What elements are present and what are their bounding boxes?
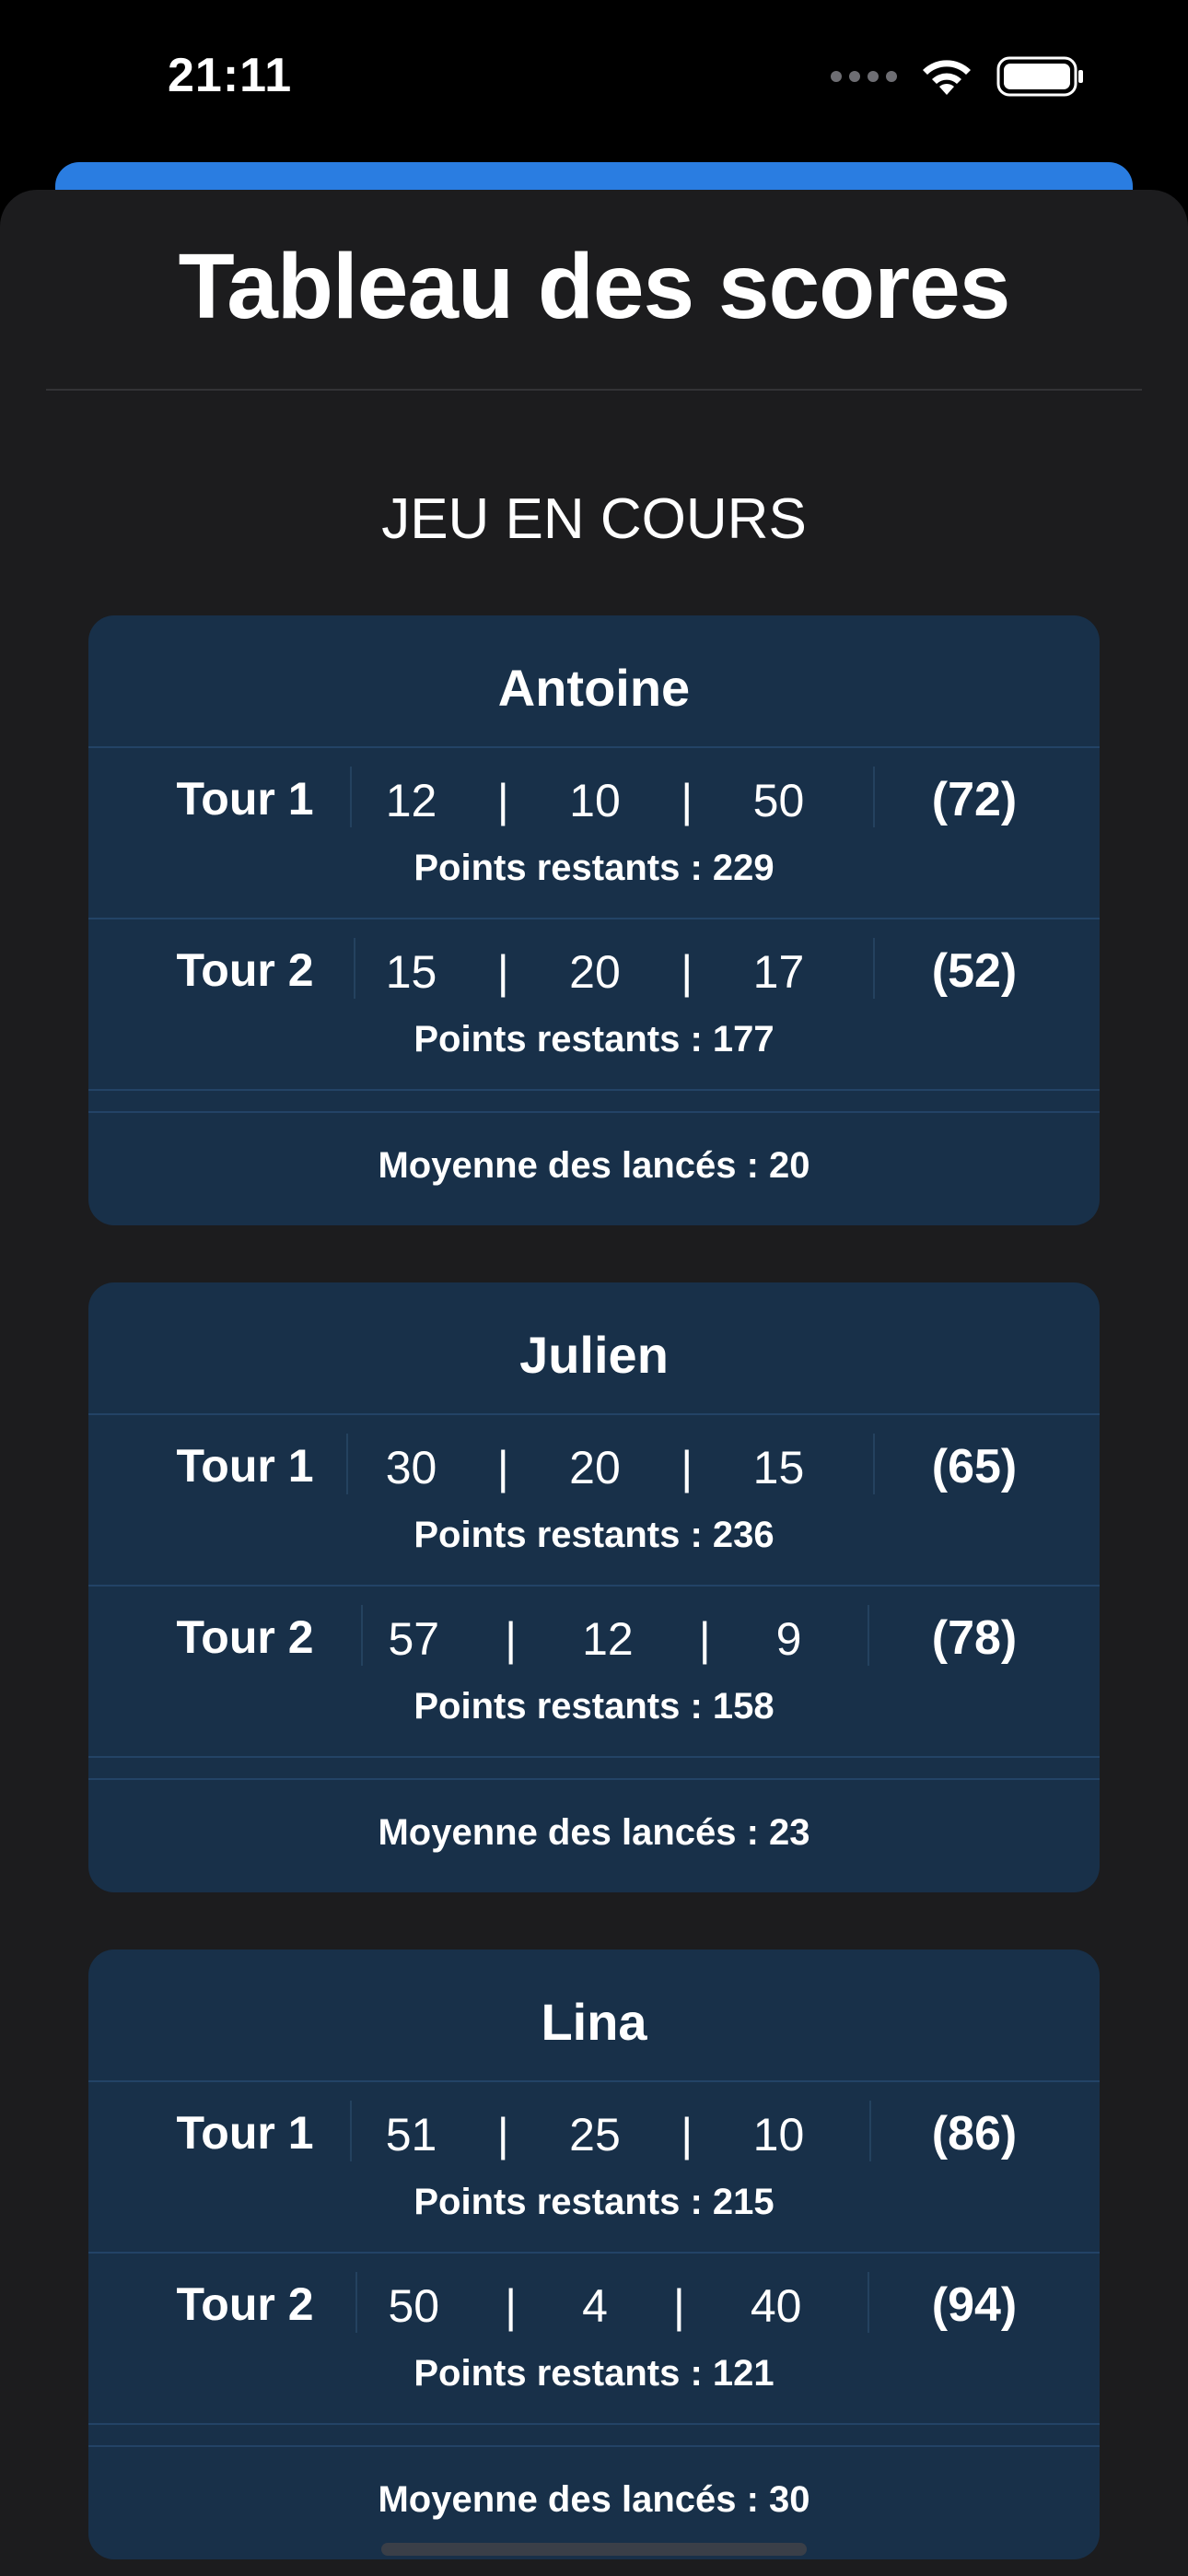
round-row: Tour 1 30 | 20 | 15 (65) Points restants…	[88, 1415, 1100, 1585]
throw-separator: |	[681, 775, 693, 826]
throws-average: Moyenne des lancés : 23	[378, 1812, 810, 1853]
points-remaining: Points restants : 177	[413, 1019, 775, 1060]
throws: 50 | 4 | 40	[355, 2279, 834, 2333]
divider	[350, 2101, 352, 2161]
throw-separator: |	[496, 775, 509, 826]
divider	[873, 938, 875, 999]
title-divider	[46, 389, 1142, 391]
divider	[346, 1434, 348, 1494]
points-remaining: Points restants : 229	[413, 848, 775, 888]
throw-separator: |	[496, 1442, 509, 1493]
status-icons	[831, 55, 1085, 98]
status-time: 21:11	[168, 49, 293, 102]
battery-icon	[996, 56, 1083, 97]
player-card: Lina Tour 1 51 | 25 | 10 (86) Points res…	[88, 1950, 1100, 2559]
divider	[873, 767, 875, 827]
player-name: Lina	[541, 1993, 647, 2051]
throw-score: 12	[582, 1613, 634, 1665]
points-remaining: Points restants : 121	[413, 2353, 775, 2394]
throw-separator: |	[496, 2109, 509, 2160]
round-row: Tour 1 12 | 10 | 50 (72) Points restants…	[88, 748, 1100, 918]
throw-separator: |	[505, 2280, 518, 2332]
throw-score: 20	[569, 1442, 621, 1493]
round-label: Tour 2	[176, 2278, 314, 2330]
divider	[88, 1778, 1100, 1780]
throw-separator: |	[681, 946, 693, 998]
round-total: (86)	[931, 2107, 1018, 2160]
throws: 15 | 20 | 17	[355, 945, 834, 999]
throw-separator: |	[496, 946, 509, 998]
throws: 57 | 12 | 9	[355, 1612, 834, 1666]
throws: 12 | 10 | 50	[355, 774, 834, 827]
throws: 30 | 20 | 15	[355, 1441, 834, 1494]
throw-score: 12	[385, 775, 437, 826]
player-card: Antoine Tour 1 12 | 10 | 50 (72) Points …	[88, 615, 1100, 1225]
home-indicator[interactable]	[381, 2543, 807, 2556]
points-remaining: Points restants : 236	[413, 1515, 775, 1555]
round-label: Tour 1	[176, 773, 314, 825]
wifi-icon	[923, 60, 971, 95]
throw-score: 15	[385, 946, 437, 998]
throw-score: 15	[752, 1442, 805, 1493]
section-header: JEU EN COURS	[381, 487, 807, 551]
round-row: Tour 1 51 | 25 | 10 (86) Points restants…	[88, 2082, 1100, 2252]
round-label: Tour 1	[176, 2107, 314, 2159]
throw-score: 51	[385, 2109, 437, 2160]
divider	[868, 1605, 869, 1666]
round-total: (52)	[931, 944, 1018, 998]
divider	[88, 2445, 1100, 2447]
round-row: Tour 2 50 | 4 | 40 (94) Points restants …	[88, 2254, 1100, 2423]
throw-score: 50	[388, 2280, 440, 2332]
round-row: Tour 2 57 | 12 | 9 (78) Points restants …	[88, 1587, 1100, 1756]
throw-score: 10	[569, 775, 621, 826]
round-label: Tour 1	[176, 1440, 314, 1492]
throws: 51 | 25 | 10	[355, 2108, 834, 2161]
throw-separator: |	[681, 1442, 693, 1493]
throws-average: Moyenne des lancés : 30	[378, 2479, 810, 2520]
throw-separator: |	[672, 2280, 685, 2332]
throw-score: 9	[775, 1613, 802, 1665]
player-name: Antoine	[497, 659, 691, 717]
divider	[873, 1434, 875, 1494]
round-row: Tour 2 15 | 20 | 17 (52) Points restants…	[88, 919, 1100, 1089]
throw-separator: |	[698, 1613, 711, 1665]
throw-score: 4	[582, 2280, 608, 2332]
divider	[868, 2272, 869, 2333]
round-total: (94)	[931, 2278, 1018, 2332]
player-name: Julien	[519, 1326, 669, 1384]
cellular-signal-icon	[831, 71, 897, 82]
screen: 21:11 Tableau des scores JEU EN COURS An…	[0, 0, 1188, 2576]
points-remaining: Points restants : 215	[413, 2182, 775, 2222]
throw-score: 25	[569, 2109, 621, 2160]
throw-score: 10	[752, 2109, 805, 2160]
round-total: (78)	[931, 1611, 1018, 1665]
divider	[869, 2101, 871, 2161]
throw-score: 57	[388, 1613, 440, 1665]
divider	[88, 1756, 1100, 1758]
throw-score: 20	[569, 946, 621, 998]
divider	[88, 1111, 1100, 1113]
throw-separator: |	[681, 2109, 693, 2160]
throw-score: 30	[385, 1442, 437, 1493]
round-label: Tour 2	[176, 944, 314, 996]
throw-score: 17	[752, 946, 805, 998]
points-remaining: Points restants : 158	[413, 1686, 775, 1727]
scoreboard-sheet[interactable]: Tableau des scores JEU EN COURS Antoine …	[0, 190, 1188, 2576]
status-bar: 21:11	[0, 0, 1188, 166]
throw-score: 40	[750, 2280, 802, 2332]
page-title: Tableau des scores	[178, 235, 1011, 338]
throw-score: 50	[752, 775, 805, 826]
divider	[88, 2423, 1100, 2425]
round-total: (65)	[931, 1440, 1018, 1493]
player-card: Julien Tour 1 30 | 20 | 15 (65) Points r…	[88, 1282, 1100, 1892]
round-label: Tour 2	[176, 1611, 314, 1663]
divider	[88, 1089, 1100, 1091]
throws-average: Moyenne des lancés : 20	[378, 1145, 810, 1186]
divider	[350, 767, 352, 827]
round-total: (72)	[931, 773, 1018, 826]
throw-separator: |	[505, 1613, 518, 1665]
